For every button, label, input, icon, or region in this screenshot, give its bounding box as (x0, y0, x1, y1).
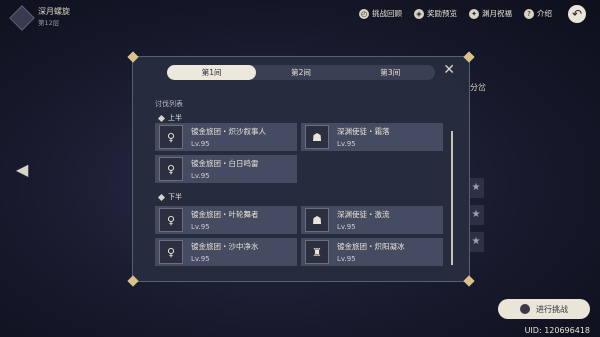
back-arrow-icon: ↶ (571, 7, 583, 21)
abyss-herald-icon: ☗ (305, 208, 329, 232)
intro-button[interactable]: ? 介绍 (524, 8, 552, 19)
corner-ornament (463, 51, 475, 63)
blessing-button[interactable]: ✦ 渊月祝福 (469, 8, 512, 19)
enemy-card[interactable]: ☗ 深渊使徒・激流 Lv.95 (301, 206, 443, 234)
top-menu: ◴ 挑战回顾 ◈ 奖励预览 ✦ 渊月祝福 ? 介绍 (359, 8, 552, 19)
second-half-header: 下半 (157, 192, 182, 202)
domain-floor: 第12层 (38, 19, 60, 27)
star-slot-icon: ★ (468, 232, 484, 252)
enemy-card[interactable]: ☗ 深渊使徒・霜落 Lv.95 (301, 123, 443, 151)
domain-logo (9, 5, 35, 31)
tab-chamber-3[interactable]: 第3间 (346, 65, 435, 80)
corner-ornament (463, 275, 475, 287)
corner-ornament (127, 275, 139, 287)
enemy-card[interactable]: ♜ 镀金旅团・炽阳凝冰 Lv.95 (301, 238, 443, 266)
reward-preview-button[interactable]: ◈ 奖励预览 (414, 8, 457, 19)
scrollbar[interactable] (451, 131, 453, 265)
blessing-icon: ✦ (469, 8, 479, 19)
diamond-icon (157, 193, 166, 201)
enemy-list-modal: 第1间 第2间 第3间 ✕ 讨伐列表 上半 ♀ 镀金旅团・炽沙叙事人 Lv.95 … (127, 51, 475, 287)
first-half-header: 上半 (157, 113, 182, 123)
enemy-card[interactable]: ♀ 镀金旅团・炽沙叙事人 Lv.95 (155, 123, 297, 151)
star-slot-icon: ★ (468, 205, 484, 225)
tab-chamber-1[interactable]: 第1间 (167, 65, 257, 80)
info-icon: ? (524, 8, 534, 19)
challenge-replay-button[interactable]: ◴ 挑战回顾 (359, 8, 402, 19)
close-icon[interactable]: ✕ (443, 63, 455, 77)
enemy-card[interactable]: ♀ 镀金旅团・叶轮舞者 Lv.95 (155, 206, 297, 234)
tab-chamber-2[interactable]: 第2间 (256, 65, 345, 80)
female-warrior-icon: ♀ (159, 208, 183, 232)
domain-title: 深月螺旋 (38, 7, 70, 16)
diamond-icon (157, 114, 166, 122)
abyss-herald-icon: ☗ (305, 125, 329, 149)
female-warrior-icon: ♀ (159, 157, 183, 181)
enemy-card[interactable]: ♀ 镀金旅团・白日鸣雷 Lv.95 (155, 155, 297, 183)
section-title: 讨伐列表 (155, 100, 183, 108)
start-challenge-button[interactable]: 进行挑战 (498, 299, 590, 319)
star-slot-icon: ★ (468, 178, 484, 198)
female-warrior-icon: ♀ (159, 240, 183, 264)
uid-label: UID: 120696418 (524, 326, 590, 335)
armored-warrior-icon: ♜ (305, 240, 329, 264)
corner-ornament (127, 51, 139, 63)
gift-icon: ◈ (414, 8, 424, 19)
female-warrior-icon: ♀ (159, 125, 183, 149)
enemy-card[interactable]: ♀ 镀金旅团・沙中净水 Lv.95 (155, 238, 297, 266)
start-icon (520, 304, 530, 314)
prev-arrow-icon[interactable]: ◀ (16, 160, 28, 179)
branch-label: 分岔 (470, 83, 486, 92)
chamber-tabs: 第1间 第2间 第3间 (167, 65, 435, 80)
replay-icon: ◴ (359, 8, 369, 19)
back-button[interactable]: ↶ (568, 5, 586, 23)
